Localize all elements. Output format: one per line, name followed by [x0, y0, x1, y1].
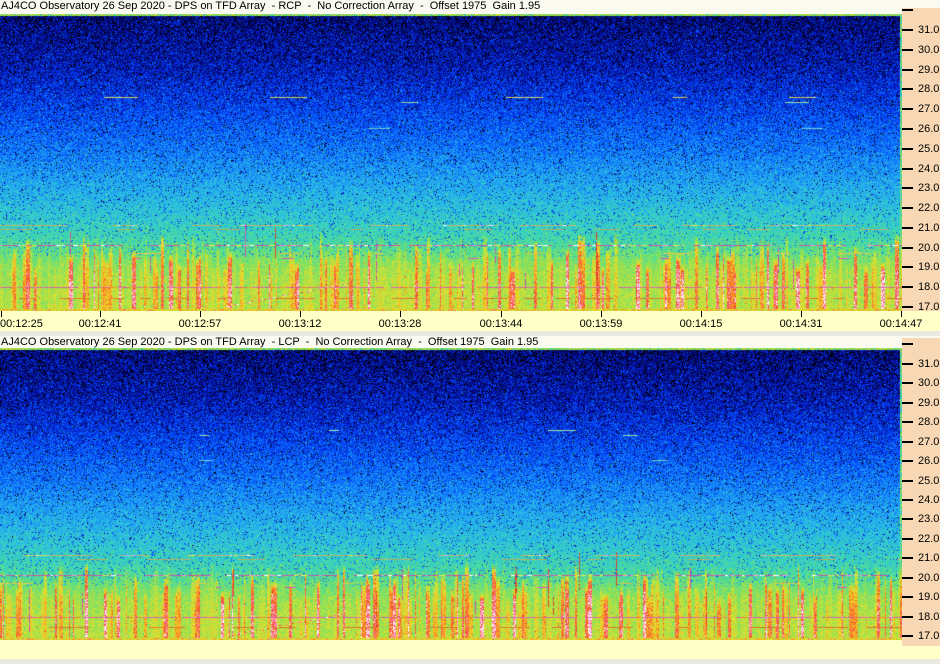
time-label: 00:14:15 [679, 318, 723, 330]
time-tick [400, 311, 401, 317]
freq-tick [902, 635, 913, 637]
freq-label: 20.0 [918, 571, 940, 584]
freq-tick [902, 246, 913, 249]
freq-label: 20.0 [918, 241, 940, 254]
time-label: 00:13:12 [278, 318, 322, 330]
freq-axis-end-tick [902, 343, 913, 345]
freq-label: 18.0 [918, 610, 940, 623]
freq-tick [902, 286, 913, 289]
time-label: 00:12:41 [78, 318, 122, 330]
freq-tick [902, 479, 913, 482]
time-tick [100, 311, 101, 317]
time-tick [901, 311, 902, 317]
time-label: 00:13:59 [579, 318, 623, 330]
freq-label: 31.0 [918, 358, 940, 370]
spectrogram-rcp-canvas[interactable] [0, 14, 902, 311]
freq-label: 19.0 [918, 261, 940, 274]
freq-label: 29.0 [918, 396, 940, 409]
freq-label: 24.0 [918, 162, 940, 175]
freq-label: 17.0 [918, 630, 940, 642]
freq-label: 30.0 [918, 43, 940, 56]
freq-tick [902, 108, 913, 111]
freq-label: 19.0 [918, 591, 940, 604]
freq-label: 26.0 [918, 455, 940, 468]
freq-label: 28.0 [918, 416, 940, 429]
freq-label: 21.0 [918, 221, 940, 234]
freq-tick [902, 226, 913, 229]
freq-tick [902, 167, 913, 170]
freq-tick [902, 596, 913, 599]
freq-tick [902, 207, 913, 210]
freq-tick [902, 147, 913, 150]
freq-label: 21.0 [918, 552, 940, 565]
freq-tick [902, 88, 913, 91]
freq-tick [902, 537, 913, 540]
freq-label: 27.0 [918, 103, 940, 116]
freq-tick [902, 576, 913, 579]
time-label: 00:14:47 [879, 318, 923, 330]
freq-label: 25.0 [918, 474, 940, 487]
freq-tick [902, 615, 913, 618]
spectrograph-window: 00:12:25 00:12:41 00:12:57 00:13:12 00:13:28… [0, 0, 940, 664]
freq-label: 18.0 [918, 281, 940, 294]
freq-axis-end-tick [902, 9, 913, 11]
freq-label: 17.0 [918, 301, 940, 313]
spectrogram-lcp-canvas[interactable] [0, 348, 902, 640]
time-tick [601, 311, 602, 317]
time-tick [200, 311, 201, 317]
time-axis: 00:12:25 00:12:41 00:12:57 00:13:12 00:13:28… [0, 311, 940, 332]
freq-label: 27.0 [918, 435, 940, 448]
time-label: 00:12:25 [0, 318, 43, 330]
time-tick [701, 311, 702, 317]
freq-tick [902, 266, 913, 269]
freq-tick [902, 401, 913, 404]
freq-tick [902, 306, 913, 308]
freq-tick [902, 499, 913, 501]
panel-title-rcp: AJ4CO Observatory 26 Sep 2020 - DPS on T… [0, 0, 940, 14]
freq-label: 29.0 [918, 63, 940, 76]
freq-tick [902, 518, 913, 521]
frequency-axis-rcp: 31.0 30.0 29.0 28.0 27.0 26.0 25.0 24.0 23.0 22.0… [902, 8, 940, 313]
time-label: 00:14:31 [779, 318, 823, 330]
freq-label: 24.0 [918, 494, 940, 506]
freq-tick [902, 382, 913, 385]
freq-tick [902, 187, 913, 190]
bottom-divider [0, 659, 940, 664]
freq-tick [902, 460, 913, 463]
freq-tick [902, 363, 913, 365]
time-tick [501, 311, 502, 317]
time-tick [801, 311, 802, 317]
time-tick [1, 311, 2, 317]
freq-label: 23.0 [918, 182, 940, 195]
freq-tick [902, 48, 913, 51]
frequency-axis-lcp: 31.0 30.0 29.0 28.0 27.0 26.0 25.0 24.0 23.0 22.0… [902, 338, 940, 646]
time-label: 00:13:28 [378, 318, 422, 330]
freq-tick [902, 557, 913, 560]
freq-label: 23.0 [918, 513, 940, 526]
freq-label: 26.0 [918, 122, 940, 135]
freq-label: 22.0 [918, 202, 940, 215]
freq-tick [902, 29, 913, 31]
freq-tick [902, 127, 913, 130]
panel-title-lcp: AJ4CO Observatory 26 Sep 2020 - DPS on T… [0, 336, 940, 348]
freq-label: 30.0 [918, 377, 940, 390]
freq-label: 31.0 [918, 24, 940, 36]
freq-tick [902, 68, 913, 71]
freq-label: 25.0 [918, 142, 940, 155]
freq-label: 28.0 [918, 83, 940, 96]
freq-label: 22.0 [918, 532, 940, 545]
freq-tick [902, 440, 913, 443]
time-label: 00:12:57 [178, 318, 222, 330]
time-label: 00:13:44 [479, 318, 523, 330]
freq-tick [902, 421, 913, 424]
time-tick [300, 311, 301, 317]
